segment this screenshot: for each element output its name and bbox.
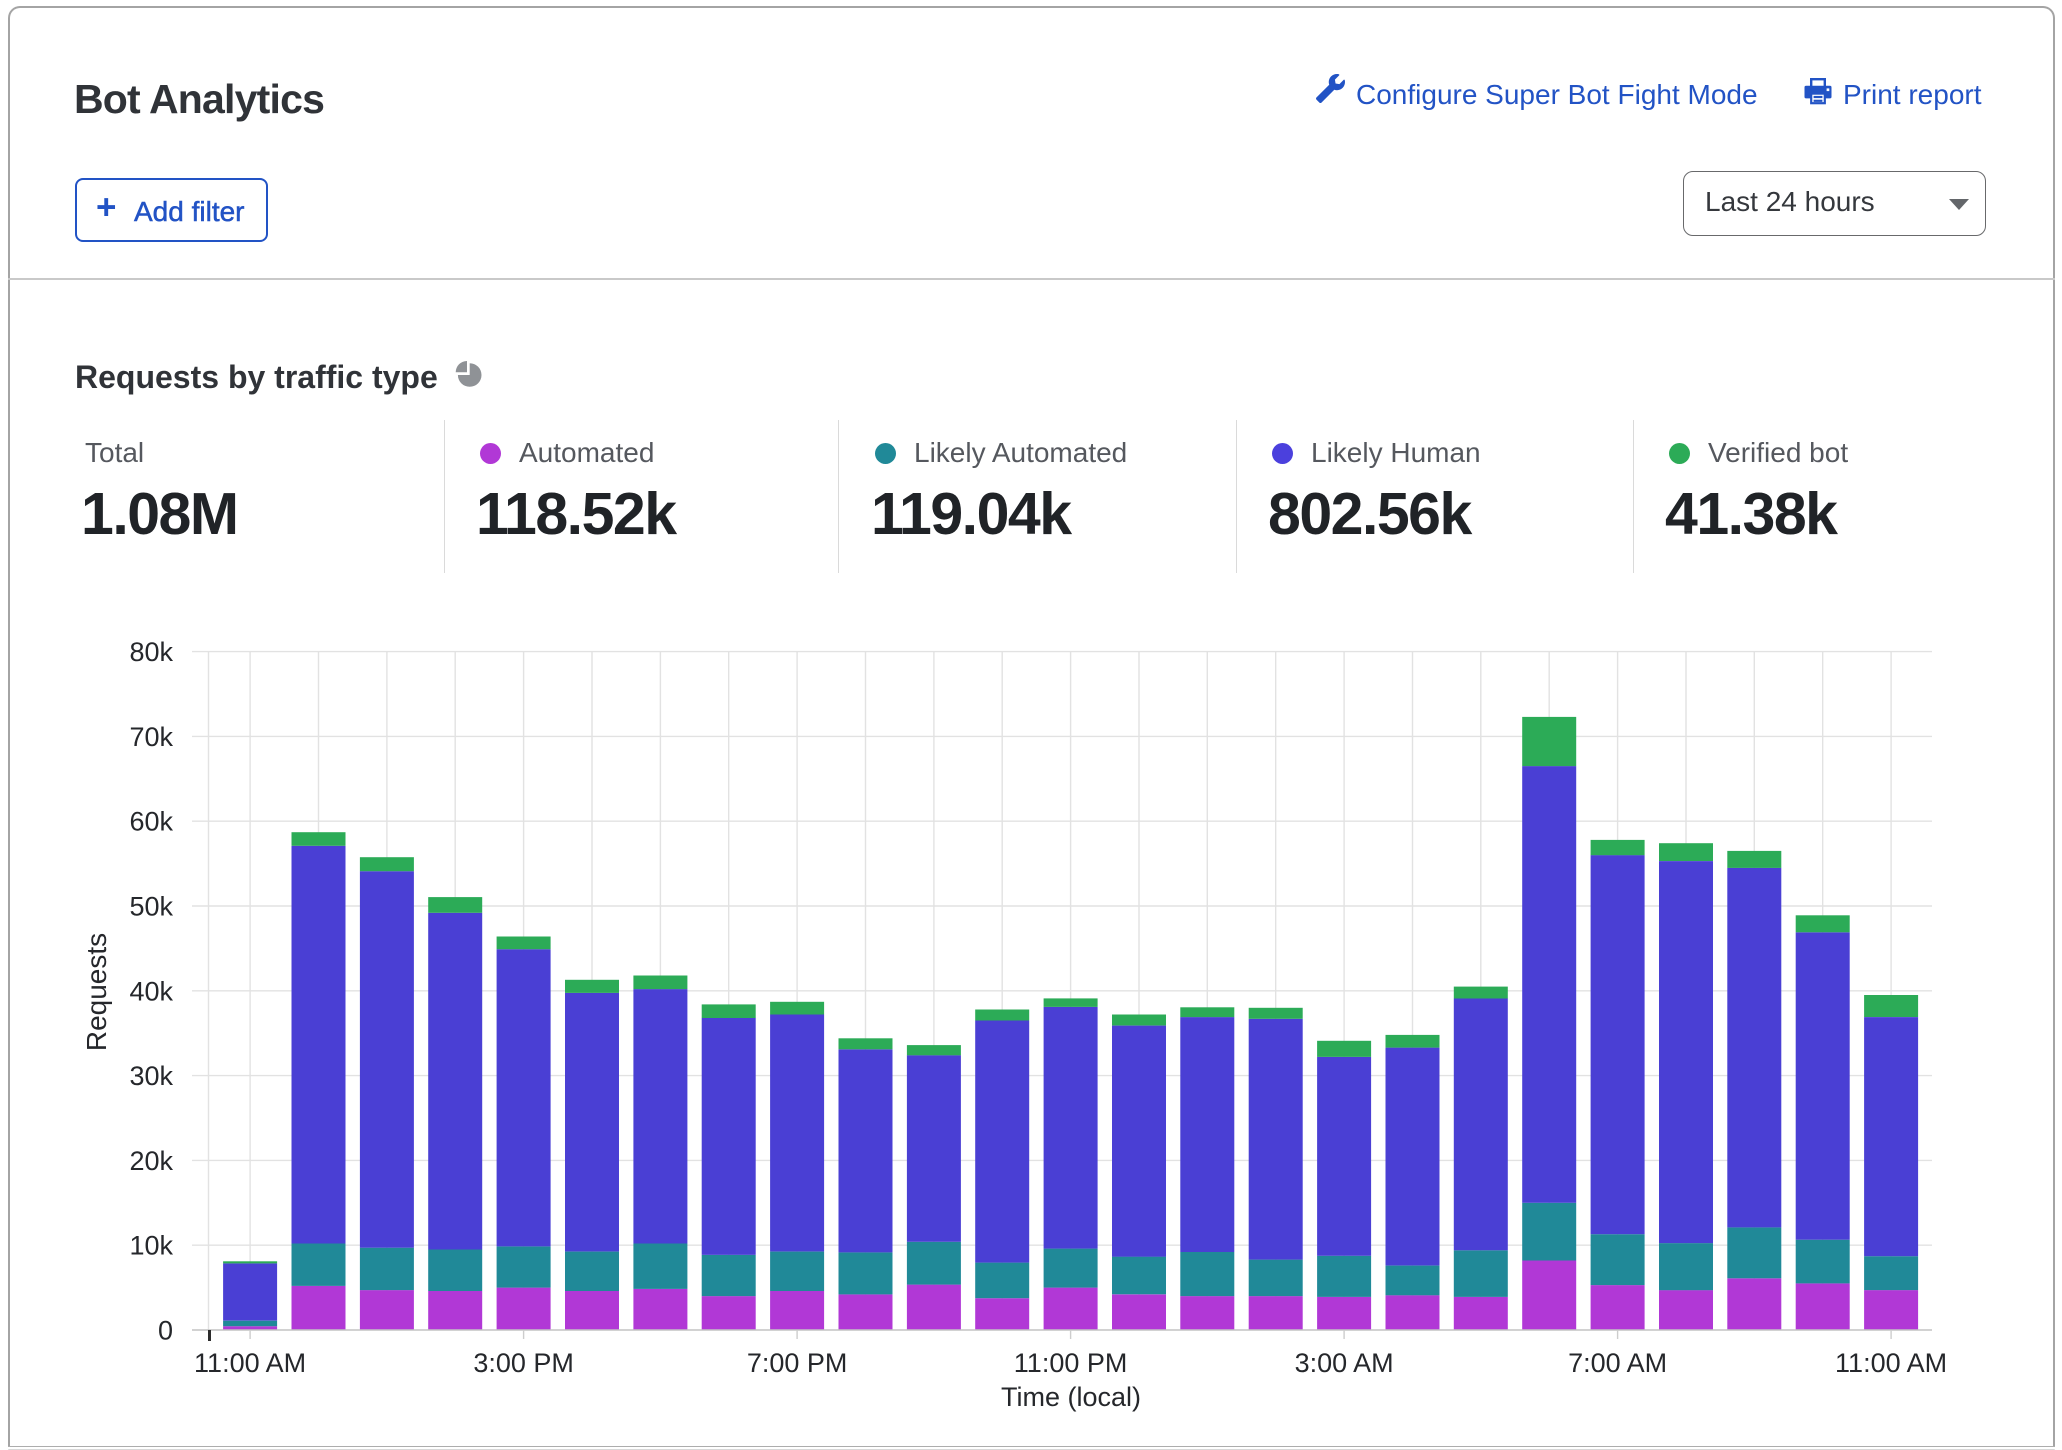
svg-text:50k: 50k (129, 892, 173, 922)
svg-text:3:00 PM: 3:00 PM (473, 1348, 574, 1378)
svg-text:11:00 AM: 11:00 AM (1835, 1348, 1947, 1378)
svg-text:40k: 40k (129, 976, 173, 1006)
svg-text:80k: 80k (129, 637, 173, 667)
svg-text:3:00 AM: 3:00 AM (1295, 1348, 1394, 1378)
svg-text:Requests: Requests (81, 933, 112, 1051)
svg-text:60k: 60k (129, 807, 173, 837)
svg-text:Time (local): Time (local) (1001, 1382, 1141, 1412)
svg-text:10k: 10k (129, 1231, 173, 1261)
svg-text:70k: 70k (129, 722, 173, 752)
svg-text:11:00 AM: 11:00 AM (194, 1348, 306, 1378)
svg-text:20k: 20k (129, 1146, 173, 1176)
svg-text:11:00 PM: 11:00 PM (1014, 1348, 1128, 1378)
svg-text:7:00 PM: 7:00 PM (747, 1348, 848, 1378)
svg-text:30k: 30k (129, 1061, 173, 1091)
svg-text:0: 0 (158, 1316, 173, 1346)
svg-text:7:00 AM: 7:00 AM (1568, 1348, 1667, 1378)
